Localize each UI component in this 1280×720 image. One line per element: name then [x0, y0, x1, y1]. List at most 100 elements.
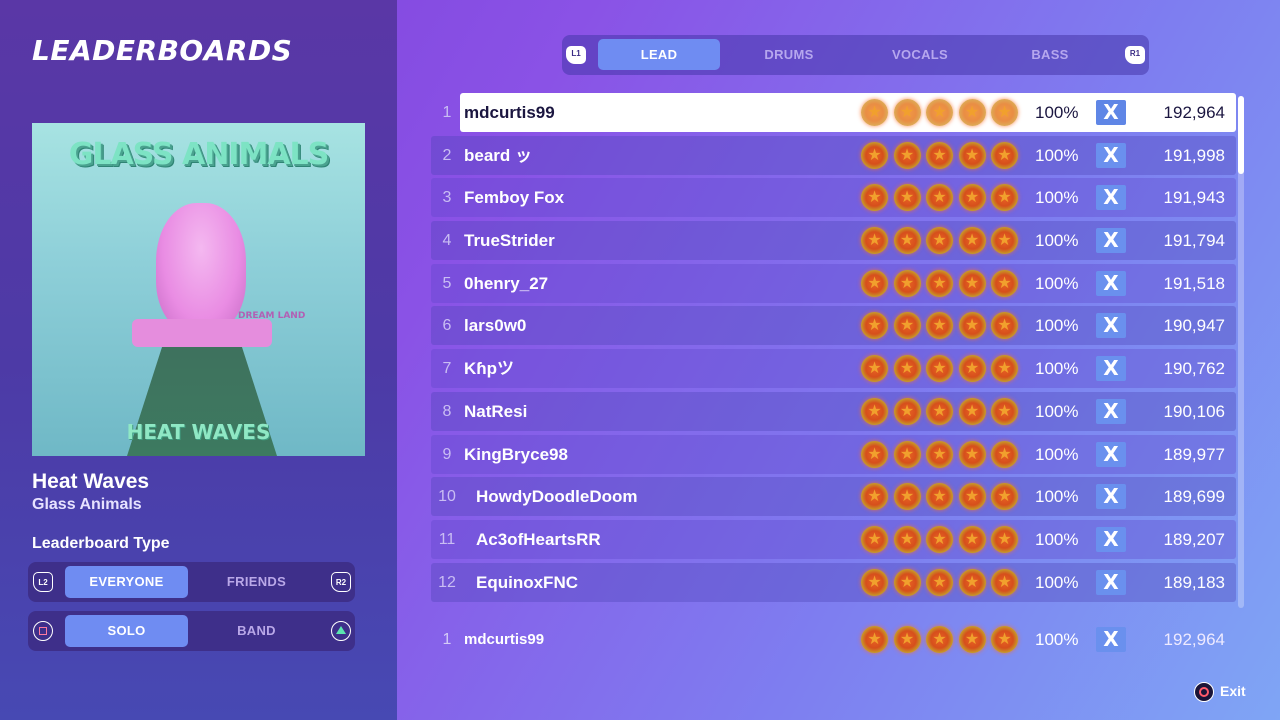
star-icon: [926, 483, 953, 511]
table-row[interactable]: 3 Femboy Fox 100% X 191,943: [431, 178, 1236, 218]
album-art-bust: [156, 203, 246, 333]
tab-drums[interactable]: DRUMS: [728, 39, 850, 70]
scope-friends-option[interactable]: FRIENDS: [195, 566, 318, 598]
my-entry-row[interactable]: 1 mdcurtis99 100% X 192,964: [431, 620, 1236, 659]
row-score: 190,947: [1163, 316, 1225, 336]
album-art: GLASS ANIMALS DREAM LAND HEAT WAVES: [32, 123, 365, 456]
my-entry-rank: 1: [442, 631, 452, 648]
star-icon: [861, 397, 888, 425]
star-icon: [958, 397, 986, 425]
exit-button[interactable]: Exit: [1194, 680, 1246, 703]
star-icon: [991, 483, 1018, 511]
star-icon: [926, 141, 953, 169]
row-score: 189,977: [1163, 444, 1225, 464]
table-row[interactable]: 10 HowdyDoodleDoom 100% X 189,699: [431, 477, 1236, 517]
star-icon: [893, 99, 921, 126]
full-combo-icon: X: [1096, 441, 1126, 467]
row-player-name: HowdyDoodleDoom: [476, 487, 638, 507]
row-rank: 3: [442, 189, 452, 207]
star-icon: [958, 99, 986, 126]
row-stars: [861, 525, 1024, 554]
leaderboard-scrollbar[interactable]: [1238, 96, 1244, 608]
star-icon: [958, 525, 986, 553]
star-icon: [926, 568, 953, 596]
star-icon: [958, 227, 986, 255]
star-icon: [958, 355, 986, 383]
r1-button-icon[interactable]: R1: [1125, 46, 1145, 64]
row-player-name: beard ッ: [464, 145, 533, 165]
mode-solo-option[interactable]: SOLO: [65, 615, 188, 647]
row-accuracy: 100%: [1035, 444, 1079, 464]
row-stars: [861, 568, 1024, 597]
star-icon: [926, 440, 953, 468]
star-icon: [861, 525, 888, 553]
l2-button-icon[interactable]: L2: [33, 572, 53, 592]
table-row[interactable]: 8 NatResi 100% X 190,106: [431, 391, 1236, 431]
row-rank: 7: [442, 360, 452, 378]
row-rank: 5: [442, 274, 452, 292]
l1-button-icon[interactable]: L1: [566, 46, 586, 64]
row-player-name: Femboy Fox: [464, 188, 565, 208]
star-icon: [991, 525, 1018, 553]
table-row[interactable]: 6 lars0w0 100% X 190,947: [431, 306, 1236, 346]
full-combo-icon: X: [1096, 100, 1126, 125]
row-accuracy: 100%: [1035, 572, 1079, 592]
left-panel: LEADERBOARDS GLASS ANIMALS DREAM LAND HE…: [0, 0, 397, 720]
row-stars: [861, 483, 1024, 511]
row-stars: [861, 184, 1024, 212]
row-rank: 8: [442, 402, 452, 420]
row-accuracy: 100%: [1035, 487, 1079, 507]
star-icon: [991, 227, 1018, 255]
table-row[interactable]: 5 0henry_27 100% X 191,518: [431, 263, 1236, 303]
row-score: 191,943: [1163, 188, 1225, 208]
r2-button-icon[interactable]: R2: [331, 572, 351, 592]
row-stars: [861, 440, 1024, 469]
star-icon: [861, 312, 888, 340]
triangle-button-icon[interactable]: [331, 621, 351, 641]
scope-everyone-option[interactable]: EVERYONE: [65, 566, 188, 598]
table-row[interactable]: 12 EquinoxFNC 100% X 189,183: [431, 562, 1236, 602]
mode-band-option[interactable]: BAND: [195, 615, 318, 647]
row-score: 189,699: [1163, 487, 1225, 507]
table-row[interactable]: 2 beard ッ 100% X 191,998: [431, 135, 1236, 175]
row-rank: 2: [442, 146, 452, 164]
album-art-band-text: GLASS ANIMALS: [68, 137, 330, 172]
row-rank: 6: [442, 317, 452, 335]
tab-lead[interactable]: LEAD: [598, 39, 720, 70]
table-row[interactable]: 11 Ac3ofHeartsRR 100% X 189,207: [431, 519, 1236, 559]
my-entry-name: mdcurtis99: [464, 631, 545, 648]
star-icon: [991, 397, 1018, 425]
table-row[interactable]: 7 Kɦpツ 100% X 190,762: [431, 349, 1236, 389]
row-accuracy: 100%: [1035, 103, 1079, 122]
star-icon: [991, 355, 1018, 383]
my-entry-accuracy: 100%: [1035, 630, 1079, 649]
full-combo-icon: X: [1096, 142, 1126, 168]
star-icon: [893, 141, 921, 169]
album-art-title-text: HEAT WAVES: [126, 420, 271, 444]
star-icon: [861, 440, 888, 468]
star-icon: [861, 626, 888, 653]
table-row[interactable]: 9 KingBryce98 100% X 189,977: [431, 434, 1236, 474]
instrument-tabs: L1 LEAD DRUMS VOCALS BASS R1: [562, 35, 1149, 75]
row-rank: 11: [438, 530, 456, 548]
star-icon: [893, 483, 921, 511]
row-stars: [861, 141, 1024, 170]
star-icon: [861, 99, 888, 126]
square-button-icon[interactable]: [33, 621, 53, 641]
my-entry-score: 192,964: [1163, 630, 1225, 649]
tab-vocals[interactable]: VOCALS: [859, 39, 981, 70]
star-icon: [861, 227, 888, 255]
scrollbar-thumb[interactable]: [1238, 96, 1244, 174]
full-combo-icon: X: [1096, 356, 1126, 382]
row-stars: [861, 312, 1024, 340]
star-icon: [861, 568, 888, 596]
full-combo-icon: X: [1096, 228, 1126, 254]
exit-label: Exit: [1220, 683, 1246, 699]
tab-bass[interactable]: BASS: [989, 39, 1111, 70]
star-icon: [861, 269, 888, 297]
star-icon: [861, 184, 888, 212]
table-row[interactable]: 4 TrueStrider 100% X 191,794: [431, 221, 1236, 261]
table-row[interactable]: 1 mdcurtis99 100% X 192,964: [443, 93, 1236, 132]
star-icon: [958, 440, 986, 468]
row-player-name: Ac3ofHeartsRR: [476, 529, 601, 549]
